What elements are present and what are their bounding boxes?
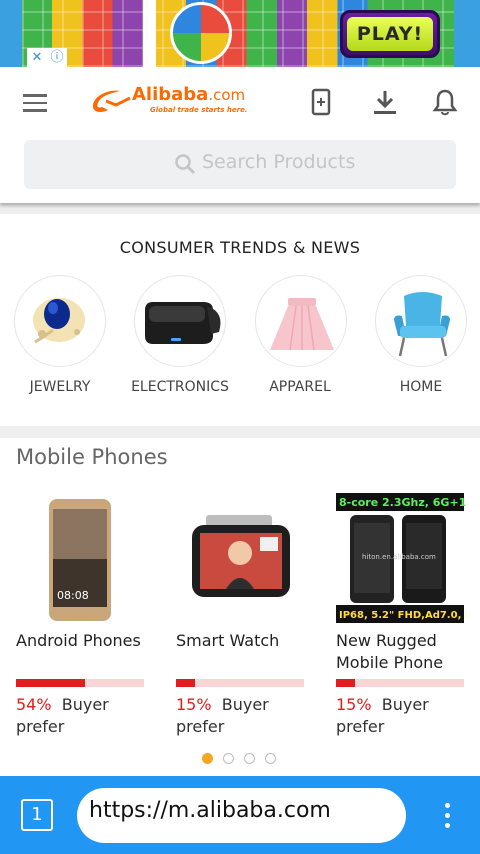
search-icon <box>175 154 196 175</box>
phone-screen-time: 08:08 <box>57 589 89 602</box>
pager-dot[interactable] <box>202 753 213 764</box>
ad-close-icon[interactable]: ✕ <box>27 48 47 67</box>
url-text: https://m.alibaba.com <box>89 798 331 823</box>
search-placeholder: Search Products <box>202 151 356 173</box>
category-label-jewelry: JEWELRY <box>29 379 91 395</box>
app-root: PLAY! ✕ ⓘ Alibaba.com Global trade start… <box>0 0 480 854</box>
buyer-share-fill <box>336 679 356 687</box>
menu-icon[interactable] <box>23 94 47 112</box>
ad-play-label: PLAY! <box>347 17 433 51</box>
buyer-share-fill <box>16 679 86 687</box>
buyer-percentage: 15% <box>336 695 372 714</box>
search-input[interactable]: Search Products <box>24 140 456 189</box>
category-home[interactable] <box>375 275 467 367</box>
rugged-phone-banner-bottom: IP68, 5.2" FHD,Ad7.0, Factory <box>339 610 466 621</box>
ad-gem-ball <box>170 2 232 64</box>
buyer-share-bar-android-phones <box>16 679 144 687</box>
download-icon[interactable] <box>372 88 398 116</box>
product-image-rugged-phone[interactable]: 8-core 2.3Ghz, 6G+128G hiton.en.alibaba.… <box>336 493 480 623</box>
category-label-home: HOME <box>399 379 443 395</box>
product-image-android-phones[interactable]: 08:08 <box>16 493 146 623</box>
rugged-phone-banner-top: 8-core 2.3Ghz, 6G+128G <box>339 496 466 509</box>
url-bar[interactable]: https://m.alibaba.com <box>77 788 406 843</box>
category-jewelry[interactable] <box>14 275 106 367</box>
tab-switcher-button[interactable]: 1 <box>21 799 53 831</box>
category-apparel[interactable] <box>255 275 347 367</box>
product-name-android-phones[interactable]: Android Phones <box>16 630 156 652</box>
pager-dot[interactable] <box>265 753 276 764</box>
category-label-apparel: APPAREL <box>269 379 331 395</box>
blue-armchair-image <box>394 292 450 357</box>
buyer-share-fill <box>176 679 196 687</box>
alibaba-logo[interactable]: Alibaba.com Global trade starts here. <box>88 84 258 120</box>
pager-dot[interactable] <box>223 753 234 764</box>
pager-dot[interactable] <box>244 753 255 764</box>
buyer-percentage: 54% <box>16 695 52 714</box>
ad-controls[interactable]: ✕ ⓘ <box>27 48 67 67</box>
buyer-prefer-rugged-phone: 15% Buyer prefer <box>336 695 429 736</box>
alibaba-logo-mark-icon <box>92 90 131 113</box>
rugged-phone-watermark: hiton.en.alibaba.com <box>362 553 436 561</box>
carousel-pager[interactable] <box>202 753 282 765</box>
ad-banner[interactable]: PLAY! ✕ ⓘ <box>0 0 480 67</box>
jewelry-brooch-image <box>33 298 85 344</box>
ad-play-button[interactable]: PLAY! <box>340 10 440 58</box>
category-label-electronics: ELECTRONICS <box>131 379 229 395</box>
rugged-phone-image: 8-core 2.3Ghz, 6G+128G hiton.en.alibaba.… <box>336 493 480 623</box>
buyer-percentage: 15% <box>176 695 212 714</box>
mobile-phones-title: Mobile Phones <box>16 445 168 469</box>
product-name-rugged-phone[interactable]: New Rugged Mobile Phone <box>336 630 466 674</box>
pink-skirt-image <box>270 298 334 351</box>
ad-info-icon[interactable]: ⓘ <box>47 48 67 67</box>
product-image-smart-watch[interactable] <box>176 493 306 623</box>
notification-bell-icon[interactable] <box>432 88 458 116</box>
consumer-trends-title: CONSUMER TRENDS & NEWS <box>119 238 361 257</box>
logo-wordmark: Alibaba.com <box>132 84 246 105</box>
buyer-prefer-smart-watch: 15% Buyer prefer <box>176 695 269 736</box>
buyer-prefer-android-phones: 54% Buyer prefer <box>16 695 109 736</box>
overflow-menu-icon[interactable] <box>442 803 452 831</box>
buyer-share-bar-rugged-phone <box>336 679 464 687</box>
smart-watch-image <box>192 515 290 597</box>
product-name-smart-watch[interactable]: Smart Watch <box>176 630 316 652</box>
category-electronics[interactable] <box>134 275 226 367</box>
vr-headset-image <box>145 302 221 344</box>
buyer-share-bar-smart-watch <box>176 679 304 687</box>
android-phone-image: 08:08 <box>49 499 111 621</box>
mobile-app-icon[interactable] <box>308 88 334 116</box>
logo-tagline: Global trade starts here. <box>150 106 248 114</box>
